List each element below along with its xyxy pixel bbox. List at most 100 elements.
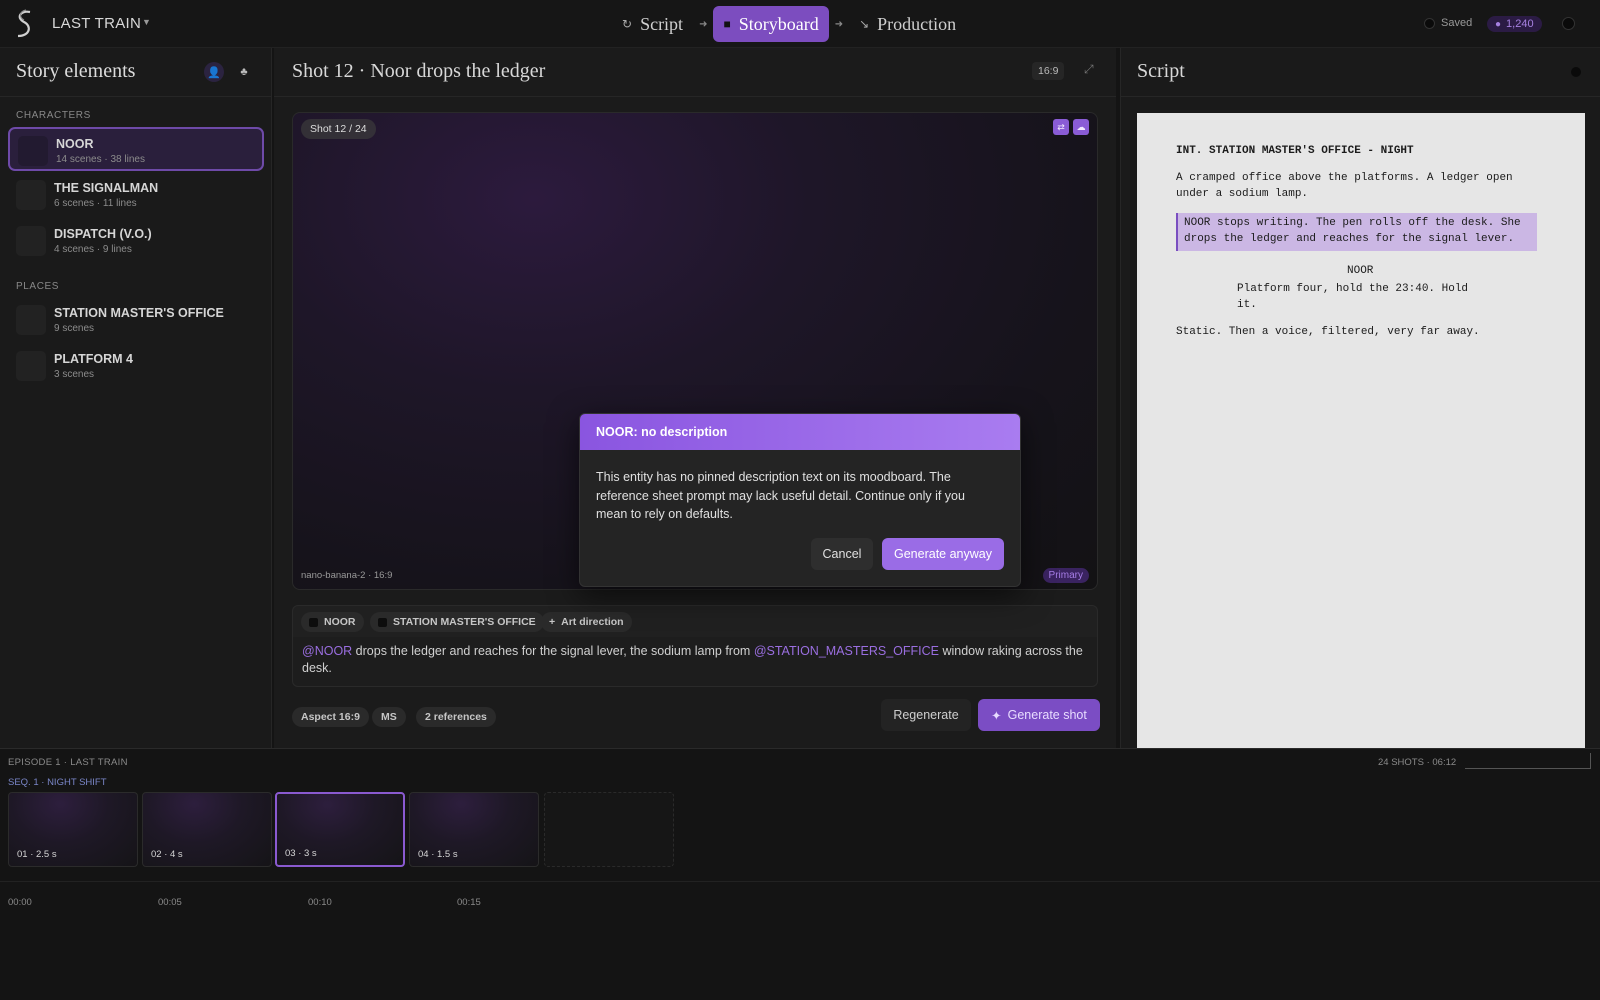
place-icon: [378, 617, 387, 627]
entity-item-dispatch[interactable]: DISPATCH (V.O.) 4 scenes · 9 lines: [8, 219, 264, 263]
plus-icon: +: [549, 616, 556, 628]
time-ruler: [0, 881, 1600, 882]
entity-thumbnail: [18, 136, 48, 166]
chevron-down-icon[interactable]: ▼: [142, 17, 151, 27]
entity-meta: 9 scenes: [54, 323, 95, 334]
tag-noor[interactable]: NOOR: [301, 612, 364, 632]
entity-name: NOOR: [56, 137, 94, 151]
timeline-stats: 24 SHOTS · 06:12: [1378, 757, 1457, 768]
dialog-message: This entity has no pinned description te…: [596, 470, 965, 521]
save-status-icon: [1424, 17, 1435, 29]
swap-icon[interactable]: ⇄: [1053, 119, 1069, 135]
action-line: Static. Then a voice, filtered, very far…: [1176, 326, 1480, 338]
places-filter-icon[interactable]: ♣: [234, 62, 254, 82]
expand-icon[interactable]: ⤢: [1084, 62, 1094, 77]
aspect-ratio-chip[interactable]: 16:9: [1032, 62, 1065, 80]
arrow-right-icon: ➜: [834, 18, 844, 30]
production-icon: ↘: [859, 17, 870, 31]
character-icon: [309, 617, 318, 627]
action-line: drops the ledger and reaches for the sig…: [1184, 233, 1515, 245]
shot-counter-badge: Shot 12 / 24: [301, 119, 376, 139]
model-label: nano-banana-2 · 16:9: [301, 570, 393, 581]
timeline: EPISODE 1 · LAST TRAIN 24 SHOTS · 06:12 …: [0, 748, 1600, 1000]
script-icon: ↻: [622, 17, 633, 31]
tag-label: NOOR: [324, 616, 356, 628]
regenerate-button[interactable]: Regenerate: [881, 699, 971, 731]
shot-prompt-input[interactable]: @NOOR drops the ledger and reaches for t…: [292, 637, 1098, 687]
project-name[interactable]: LAST TRAIN: [52, 15, 141, 32]
tag-station-masters-office[interactable]: STATION MASTER'S OFFICE: [370, 612, 544, 632]
entity-thumbnail: [16, 226, 46, 256]
timeline-clip[interactable]: 01 · 2.5 s: [8, 792, 138, 867]
timeline-clip-selected[interactable]: 03 · 3 s: [275, 792, 405, 867]
tab-script[interactable]: ↻ Script: [612, 6, 693, 42]
mention-station-masters-office[interactable]: @STATION_MASTERS_OFFICE: [754, 644, 939, 658]
generate-anyway-button[interactable]: Generate anyway: [882, 538, 1004, 570]
coins-icon: ●: [1495, 18, 1502, 30]
script-page[interactable]: INT. STATION MASTER'S OFFICE - NIGHT A c…: [1137, 113, 1585, 753]
tab-storyboard[interactable]: ■ Storyboard: [713, 6, 829, 42]
generate-shot-label: Generate shot: [1007, 708, 1087, 722]
shot-title: Shot 12 · Noor drops the ledger: [292, 60, 546, 82]
shot-editor-panel: Shot 12 · Noor drops the ledger 16:9 ⤢ S…: [274, 48, 1116, 748]
user-avatar[interactable]: [1562, 17, 1575, 30]
upload-icon[interactable]: ☁: [1073, 119, 1089, 135]
mention-noor[interactable]: @NOOR: [302, 644, 352, 658]
entity-item-noor[interactable]: NOOR 14 scenes · 38 lines: [8, 127, 264, 171]
timeline-clip[interactable]: 02 · 4 s: [142, 792, 272, 867]
tab-script-label: Script: [640, 13, 684, 34]
aspect-setting-chip[interactable]: Aspect 16:9: [292, 707, 369, 727]
entity-meta: 3 scenes: [54, 369, 95, 380]
shot-size-chip[interactable]: MS: [372, 707, 406, 727]
cancel-button[interactable]: Cancel: [811, 538, 873, 570]
entity-name: THE SIGNALMAN: [54, 181, 159, 195]
time-tick: 00:05: [158, 897, 182, 908]
timeline-zoom-slider[interactable]: [1465, 753, 1591, 769]
clip-label: 04 · 1.5 s: [418, 849, 458, 860]
credits-badge[interactable]: ● 1,240: [1487, 16, 1542, 32]
action-line: NOOR stops writing. The pen rolls off th…: [1184, 217, 1521, 229]
entity-item-signalman[interactable]: THE SIGNALMAN 6 scenes · 11 lines: [8, 173, 264, 217]
primary-badge: Primary: [1042, 568, 1089, 583]
entity-name: PLATFORM 4: [54, 352, 133, 366]
entity-item-station-masters-office[interactable]: STATION MASTER'S OFFICE 9 scenes: [8, 298, 264, 342]
workflow-nav: ↻ Script ➜ ■ Storyboard ➜ ↘ Production: [612, 6, 966, 42]
highlighted-action[interactable]: NOOR stops writing. The pen rolls off th…: [1176, 213, 1537, 251]
entity-name: STATION MASTER'S OFFICE: [54, 306, 224, 320]
action-line: A cramped office above the platforms. A …: [1176, 172, 1513, 184]
reference-tag-bar: NOOR STATION MASTER'S OFFICE + Art direc…: [292, 605, 1098, 637]
entity-meta: 4 scenes · 9 lines: [54, 244, 132, 255]
story-elements-panel: Story elements 👤 ♣ CHARACTERS NOOR 14 sc…: [0, 48, 272, 748]
missing-description-dialog: NOOR: no description This entity has no …: [579, 413, 1021, 587]
action-line: under a sodium lamp.: [1176, 188, 1309, 200]
timeline-clip[interactable]: 04 · 1.5 s: [409, 792, 539, 867]
characters-filter-icon[interactable]: 👤: [204, 62, 224, 82]
generate-shot-button[interactable]: ✦ Generate shot: [978, 699, 1100, 731]
tag-label: STATION MASTER'S OFFICE: [393, 616, 536, 628]
save-status: Saved: [1424, 17, 1472, 29]
divider: [1121, 96, 1600, 97]
empty-clip-slot[interactable]: [544, 792, 674, 867]
tab-production-label: Production: [877, 13, 957, 34]
sequence-label[interactable]: SEQ. 1 · NIGHT SHIFT: [8, 777, 107, 788]
top-bar: LAST TRAIN ▼ ↻ Script ➜ ■ Storyboard ➜ ↘…: [0, 0, 1600, 48]
sparkle-icon: ✦: [991, 708, 1002, 723]
storyboard-icon: ■: [723, 17, 731, 31]
panel-title: Story elements: [16, 60, 136, 82]
references-chip[interactable]: 2 references: [416, 707, 496, 727]
tab-storyboard-label: Storyboard: [738, 13, 819, 34]
entity-thumbnail: [16, 305, 46, 335]
dialogue-line: it.: [1237, 299, 1257, 311]
entity-name: DISPATCH (V.O.): [54, 227, 152, 241]
tag-art-direction[interactable]: + Art direction: [541, 612, 632, 632]
character-cue: NOOR: [1347, 265, 1374, 277]
divider: [274, 96, 1116, 97]
script-panel: Script INT. STATION MASTER'S OFFICE - NI…: [1120, 48, 1600, 753]
tab-production[interactable]: ↘ Production: [849, 6, 966, 42]
entity-item-platform-4[interactable]: PLATFORM 4 3 scenes: [8, 344, 264, 388]
divider: [0, 96, 272, 97]
entity-meta: 6 scenes · 11 lines: [54, 198, 137, 209]
entity-meta: 14 scenes · 38 lines: [56, 154, 145, 165]
app-logo[interactable]: [12, 8, 36, 40]
status-dot-icon[interactable]: [1571, 67, 1581, 77]
